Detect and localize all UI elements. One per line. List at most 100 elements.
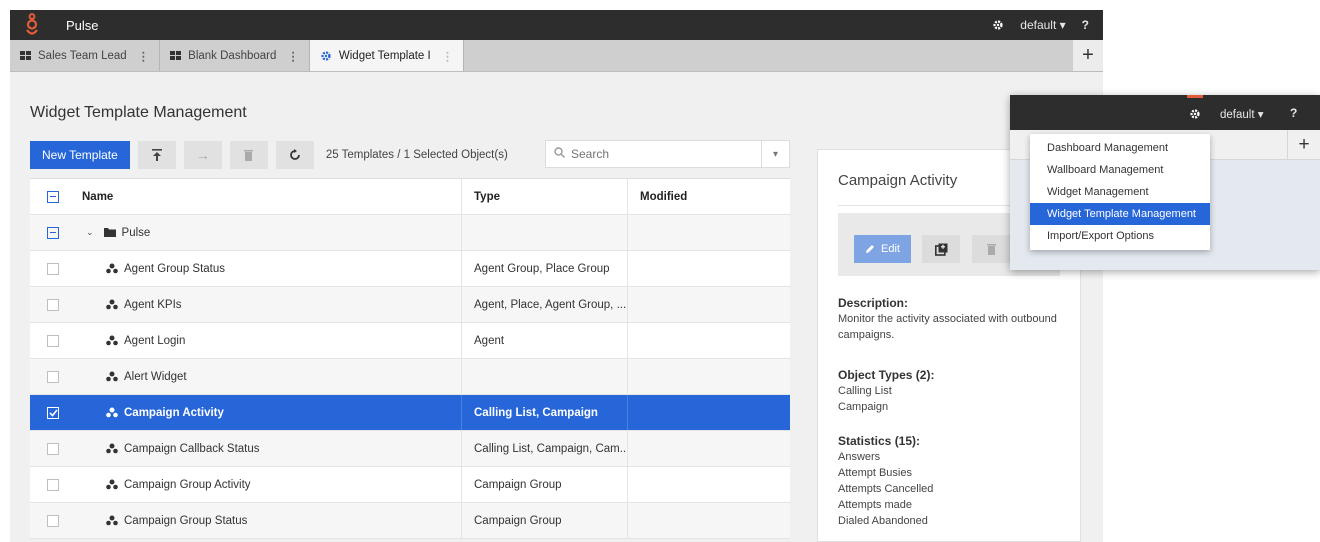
gear-icon [321, 50, 331, 61]
widget-template-icon [106, 335, 118, 346]
statistic-item: Answers [838, 451, 881, 463]
widget-template-icon [106, 263, 118, 274]
tab-label: Blank Dashboard [188, 49, 277, 62]
row-checkbox[interactable] [47, 370, 59, 383]
row-name: Campaign Activity [124, 406, 224, 419]
table-row[interactable]: Alert Widget [30, 359, 790, 395]
row-checkbox[interactable] [47, 442, 59, 455]
row-type: Agent, Place, Agent Group, ... [461, 287, 627, 322]
row-name: Campaign Group Status [124, 514, 248, 527]
help-button[interactable]: ? [1290, 106, 1297, 120]
user-menu[interactable]: default ▾ [1020, 18, 1065, 32]
settings-menu-callout: default ▾ ? + Dashboard Management Wallb… [1010, 95, 1320, 270]
edit-label: Edit [881, 243, 900, 255]
object-type-item: Campaign [838, 401, 889, 413]
row-name: Pulse [121, 226, 151, 239]
row-type: Calling List, Campaign, Cam... [461, 431, 627, 466]
tab-sales-team-lead[interactable]: Sales Team Lead ⋮ [10, 40, 161, 71]
menu-item-wallboard-management[interactable]: Wallboard Management [1030, 159, 1210, 181]
copy-icon[interactable] [922, 235, 960, 263]
help-button[interactable]: ? [1082, 18, 1089, 32]
table-row[interactable]: Campaign Group Status Campaign Group [30, 503, 790, 539]
menu-item-widget-template-management[interactable]: Widget Template Management [1030, 203, 1210, 225]
table-row[interactable]: Campaign Group Activity Campaign Group [30, 467, 790, 503]
tab-menu-icon[interactable]: ⋮ [287, 49, 299, 63]
row-name: Agent KPIs [124, 298, 182, 311]
user-menu[interactable]: default ▾ [1220, 107, 1264, 121]
widget-template-icon [106, 479, 118, 490]
settings-dropdown-menu: Dashboard Management Wallboard Managemen… [1030, 134, 1210, 250]
widget-template-icon [106, 299, 118, 310]
tab-label: Widget Template I [338, 49, 431, 62]
row-modified [627, 395, 790, 430]
row-name: Campaign Group Activity [124, 478, 251, 491]
search-icon [546, 147, 565, 161]
statistic-item: Attempts Cancelled [838, 483, 934, 495]
row-type: Agent Group, Place Group [461, 251, 627, 286]
column-header-name[interactable]: Name [76, 179, 461, 214]
gear-icon[interactable] [992, 19, 1004, 31]
table-row[interactable]: Agent KPIs Agent, Place, Agent Group, ..… [30, 287, 790, 323]
row-checkbox[interactable] [47, 226, 59, 239]
table-row-selected[interactable]: Campaign Activity Calling List, Campaign [30, 395, 790, 431]
delete-icon[interactable] [972, 235, 1010, 263]
row-modified [627, 251, 790, 286]
row-checkbox[interactable] [47, 298, 59, 311]
refresh-icon[interactable] [275, 141, 314, 169]
row-checkbox[interactable] [47, 262, 59, 275]
object-types-section: Object Types (2): Calling List Campaign [838, 368, 1063, 415]
delete-icon[interactable] [229, 141, 268, 169]
menu-item-dashboard-management[interactable]: Dashboard Management [1030, 137, 1210, 159]
description-text: Monitor the activity associated with out… [838, 313, 1057, 341]
column-header-type[interactable]: Type [461, 179, 627, 214]
widget-template-icon [106, 443, 118, 454]
tab-menu-icon[interactable]: ⋮ [442, 49, 454, 63]
chevron-down-icon[interactable]: ⌄ [86, 227, 94, 238]
row-type [461, 359, 627, 394]
search-input[interactable] [565, 147, 761, 161]
row-name: Agent Login [124, 334, 186, 347]
gear-icon[interactable] [1187, 95, 1203, 130]
add-tab-button[interactable]: + [1073, 40, 1103, 71]
row-name: Campaign Callback Status [124, 442, 260, 455]
row-modified [627, 503, 790, 538]
new-template-button[interactable]: New Template [30, 141, 130, 169]
table-row[interactable]: Agent Group Status Agent Group, Place Gr… [30, 251, 790, 287]
select-all-checkbox[interactable] [47, 190, 59, 203]
table-row[interactable]: ⌄ Pulse [30, 215, 790, 251]
tab-widget-template[interactable]: Widget Template I ⋮ [309, 40, 465, 71]
row-modified [627, 215, 790, 250]
tab-blank-dashboard[interactable]: Blank Dashboard ⋮ [160, 40, 310, 71]
tab-label: Sales Team Lead [38, 49, 127, 62]
tab-menu-icon[interactable]: ⋮ [138, 49, 150, 63]
table-row[interactable]: Agent Login Agent [30, 323, 790, 359]
row-modified [627, 467, 790, 502]
object-types-heading: Object Types (2): [838, 368, 935, 382]
row-checkbox[interactable] [47, 334, 59, 347]
row-checkbox[interactable] [47, 514, 59, 527]
chevron-down-icon[interactable]: ▾ [761, 141, 789, 167]
dashboard-tabs: Sales Team Lead ⋮ Blank Dashboard ⋮ Widg… [10, 40, 1103, 72]
statistics-section: Statistics (15): Answers Attempt Busies … [838, 434, 1063, 529]
row-checkbox[interactable] [47, 478, 59, 491]
row-name: Agent Group Status [124, 262, 226, 275]
widget-template-icon [106, 515, 118, 526]
row-checkbox-checked[interactable] [47, 406, 59, 419]
dashboard-grid-icon [170, 51, 182, 60]
edit-button[interactable]: Edit [854, 235, 911, 263]
app-window: Pulse default ▾ ? Sales Team Lead ⋮ Blan… [10, 10, 1103, 542]
move-arrow-icon[interactable]: → [183, 141, 222, 169]
statistic-item: Attempts made [838, 499, 912, 511]
menu-item-widget-management[interactable]: Widget Management [1030, 181, 1210, 203]
table-row[interactable]: Campaign Callback Status Calling List, C… [30, 431, 790, 467]
table-header-row: Name Type Modified [30, 179, 790, 215]
app-title: Pulse [66, 17, 99, 33]
menu-item-import-export-options[interactable]: Import/Export Options [1030, 225, 1210, 247]
column-header-modified[interactable]: Modified [627, 179, 790, 214]
row-modified [627, 431, 790, 466]
add-tab-button[interactable]: + [1287, 130, 1320, 160]
row-type: Agent [461, 323, 627, 358]
upload-icon[interactable] [137, 141, 176, 169]
widget-template-icon [106, 371, 118, 382]
details-title: Campaign Activity [838, 172, 958, 189]
